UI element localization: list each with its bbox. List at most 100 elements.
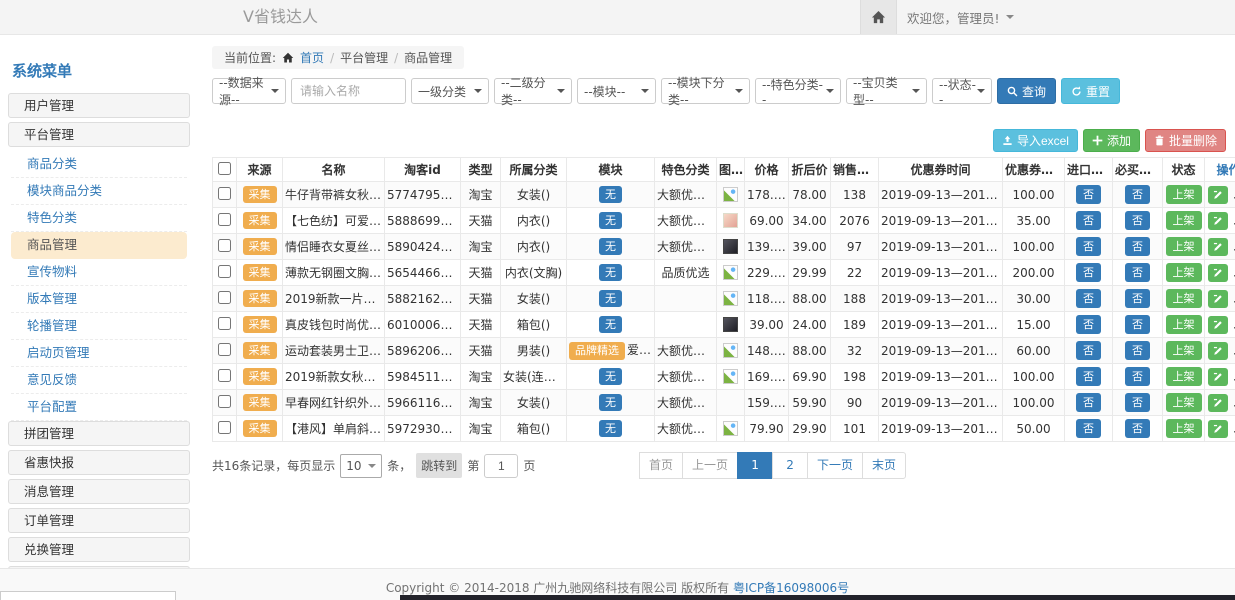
module-select[interactable]: --模块-- xyxy=(577,78,656,104)
icp-link[interactable]: 粤ICP备16098006号 xyxy=(733,581,849,595)
edit-button[interactable] xyxy=(1208,264,1228,282)
import-toggle-button[interactable]: 否 xyxy=(1076,237,1101,256)
per-page-select[interactable]: 10 xyxy=(340,454,382,478)
search-button[interactable]: 查询 xyxy=(997,78,1056,104)
row-checkbox[interactable] xyxy=(218,317,231,330)
row-checkbox[interactable] xyxy=(218,395,231,408)
mustbuy-toggle-button[interactable]: 否 xyxy=(1125,263,1150,282)
sidebar-item[interactable]: 商品分类 xyxy=(11,151,187,178)
import-toggle-button[interactable]: 否 xyxy=(1076,393,1101,412)
edit-button[interactable] xyxy=(1208,394,1228,412)
status-select[interactable]: --状态-- xyxy=(932,78,992,104)
pager-button[interactable]: 1 xyxy=(737,452,773,479)
mustbuy-toggle-button[interactable]: 否 xyxy=(1125,211,1150,230)
jump-button[interactable]: 跳转到 xyxy=(416,453,462,478)
sidebar-item[interactable]: 启动页管理 xyxy=(11,340,187,367)
mustbuy-toggle-button[interactable]: 否 xyxy=(1125,289,1150,308)
sidebar-item[interactable]: 平台配置 xyxy=(11,394,187,421)
breadcrumb-home-link[interactable]: 首页 xyxy=(300,49,324,66)
mustbuy-toggle-button[interactable]: 否 xyxy=(1125,393,1150,412)
status-button[interactable]: 上架 xyxy=(1166,289,1202,308)
status-button[interactable]: 上架 xyxy=(1166,315,1202,334)
sidebar-item[interactable]: 拼团管理 xyxy=(8,421,190,446)
item-type-select[interactable]: --宝贝类型-- xyxy=(846,78,927,104)
mustbuy-toggle-button[interactable]: 否 xyxy=(1125,315,1150,334)
sidebar-item[interactable]: 消息管理 xyxy=(8,479,190,504)
sidebar-item[interactable]: 轮播管理 xyxy=(11,313,187,340)
mustbuy-toggle-button[interactable]: 否 xyxy=(1125,237,1150,256)
status-button[interactable]: 上架 xyxy=(1166,237,1202,256)
sidebar-item[interactable]: 省惠快报 xyxy=(8,450,190,475)
status-button[interactable]: 上架 xyxy=(1166,185,1202,204)
edit-button[interactable] xyxy=(1208,342,1228,360)
feature-category-select[interactable]: --特色分类-- xyxy=(755,78,841,104)
home-button[interactable] xyxy=(860,0,897,34)
sidebar-item[interactable]: 版本管理 xyxy=(11,286,187,313)
row-checkbox[interactable] xyxy=(218,265,231,278)
discount-price: 24.00 xyxy=(789,312,831,338)
import-excel-button[interactable]: 导入excel xyxy=(993,129,1078,152)
sidebar-item[interactable]: 订单管理 xyxy=(8,508,190,533)
import-toggle-button[interactable]: 否 xyxy=(1076,185,1101,204)
import-toggle-button[interactable]: 否 xyxy=(1076,367,1101,386)
name-search-input[interactable] xyxy=(291,78,406,104)
add-button[interactable]: 添加 xyxy=(1083,129,1140,152)
row-checkbox[interactable] xyxy=(218,187,231,200)
row-checkbox[interactable] xyxy=(218,421,231,434)
mustbuy-toggle-button[interactable]: 否 xyxy=(1125,419,1150,438)
sidebar-item[interactable]: 平台管理 xyxy=(8,122,190,147)
edit-button[interactable] xyxy=(1208,212,1228,230)
data-source-select[interactable]: --数据来源-- xyxy=(212,78,286,104)
edit-button[interactable] xyxy=(1208,238,1228,256)
status-button[interactable]: 上架 xyxy=(1166,367,1202,386)
user-menu[interactable]: 欢迎您，管理员! xyxy=(907,0,1014,34)
import-toggle-button[interactable]: 否 xyxy=(1076,341,1101,360)
row-checkbox[interactable] xyxy=(218,291,231,304)
row-checkbox[interactable] xyxy=(218,343,231,356)
row-checkbox-cell xyxy=(213,416,237,442)
edit-button[interactable] xyxy=(1208,420,1228,438)
page-number-input[interactable] xyxy=(484,454,518,478)
sidebar-item[interactable]: 特色分类 xyxy=(11,205,187,232)
pager-button[interactable]: 2 xyxy=(772,452,808,479)
edit-button[interactable] xyxy=(1208,290,1228,308)
reset-button[interactable]: 重置 xyxy=(1061,78,1120,104)
sidebar-item[interactable]: 意见反馈 xyxy=(11,367,187,394)
row-checkbox[interactable] xyxy=(218,239,231,252)
import-toggle-button[interactable]: 否 xyxy=(1076,263,1101,282)
status-button[interactable]: 上架 xyxy=(1166,263,1202,282)
sidebar-item[interactable]: 商品管理 xyxy=(11,232,187,259)
status-button[interactable]: 上架 xyxy=(1166,419,1202,438)
batch-delete-button[interactable]: 批量删除 xyxy=(1145,129,1226,152)
level2-category-select[interactable]: --二级分类-- xyxy=(494,78,572,104)
level1-category-select[interactable]: 一级分类 xyxy=(411,78,489,104)
select-all-checkbox[interactable] xyxy=(218,162,231,175)
sidebar-item[interactable]: 模块商品分类 xyxy=(11,178,187,205)
status-button[interactable]: 上架 xyxy=(1166,341,1202,360)
row-checkbox[interactable] xyxy=(218,369,231,382)
sidebar-item[interactable]: 宣传物料 xyxy=(11,259,187,286)
ops-cell xyxy=(1205,312,1235,338)
edit-button[interactable] xyxy=(1208,368,1228,386)
mustbuy-toggle-button[interactable]: 否 xyxy=(1125,341,1150,360)
import-toggle-button[interactable]: 否 xyxy=(1076,419,1101,438)
pager-button[interactable]: 上一页 xyxy=(682,452,738,479)
sidebar-item[interactable]: 兑换管理 xyxy=(8,537,190,562)
mustbuy-toggle-button[interactable]: 否 xyxy=(1125,367,1150,386)
edit-button[interactable] xyxy=(1208,316,1228,334)
import-toggle-button[interactable]: 否 xyxy=(1076,289,1101,308)
import-toggle-button[interactable]: 否 xyxy=(1076,211,1101,230)
pager-button[interactable]: 下一页 xyxy=(807,452,863,479)
row-checkbox[interactable] xyxy=(218,213,231,226)
import-toggle-button[interactable]: 否 xyxy=(1076,315,1101,334)
status-button[interactable]: 上架 xyxy=(1166,211,1202,230)
mustbuy-cell: 否 xyxy=(1113,208,1163,234)
edit-button[interactable] xyxy=(1208,186,1228,204)
mustbuy-toggle-button[interactable]: 否 xyxy=(1125,185,1150,204)
status-button[interactable]: 上架 xyxy=(1166,393,1202,412)
module-subcategory-select[interactable]: --模块下分类-- xyxy=(661,78,750,104)
pager-button[interactable]: 末页 xyxy=(862,452,906,479)
ops-cell xyxy=(1205,182,1235,208)
sidebar-item[interactable]: 用户管理 xyxy=(8,93,190,118)
pager-button[interactable]: 首页 xyxy=(639,452,683,479)
